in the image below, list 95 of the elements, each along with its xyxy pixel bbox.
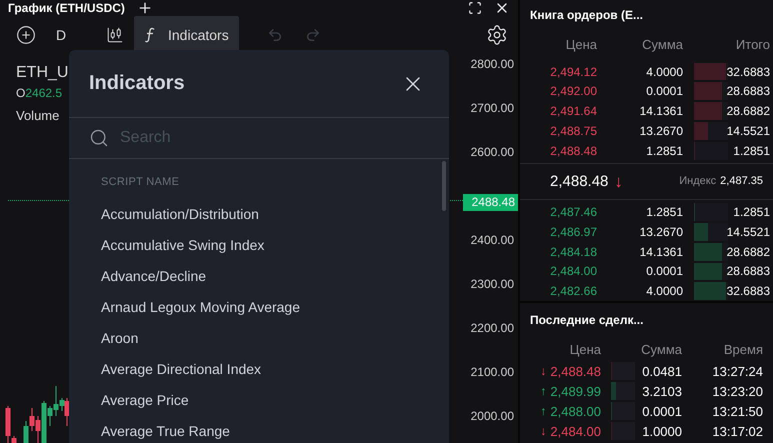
price-cell-text: 2,484.18 [549,244,597,259]
price-axis-label: 2200.00 [470,320,515,337]
price-cell-text: 2,494.12 [549,64,597,79]
price-cell-text: 2,488.75 [549,124,597,138]
add-tab-button[interactable] [136,0,153,16]
column-header: Сумма [641,37,683,52]
current-price-tag: 2488.48 [463,194,518,211]
price-axis-label: 2100.00 [470,364,515,381]
search-icon [89,128,109,148]
index-label: Индекс [679,175,716,188]
study-label: Volume [16,108,60,123]
price-cell: 2,484.00 [550,424,601,438]
plus-icon [136,0,153,16]
column-header: Время [722,342,763,356]
arrow-icon: ↓ [540,425,546,437]
total-cell: 14.5521 [726,124,770,138]
time-cell-text: 13:17:02 [711,424,763,438]
amount-cell-text: 4.0000 [645,64,683,79]
amount-cell-text: 1.2851 [645,144,683,158]
price-cell-text: 2,492.00 [549,84,597,98]
price-cell-text: 2,484.00 [549,264,597,278]
price-cell-text: 2,482.66 [549,284,597,298]
total-cell: 28.6882 [726,244,770,259]
arrow-icon: ↑ [540,385,546,397]
indicator-item[interactable]: Accumulative Swing Index [101,230,264,261]
open-label: O [16,86,26,100]
price-axis-label: 2300.00 [470,276,515,293]
amount-cell-text: 13.2670 [638,124,683,138]
arrow-icon: ↑ [540,405,546,417]
indicator-item[interactable]: Average Price [101,385,189,416]
total-cell: 32.6883 [726,64,770,79]
indicator-item[interactable]: Advance/Decline [101,261,206,292]
fullscreen-icon [468,1,482,15]
scrollbar-thumb[interactable] [442,161,446,211]
amount-cell-text: 0.0001 [645,84,683,98]
total-cell: 28.6883 [726,264,770,278]
arrow-icon: ↓ [540,365,546,377]
plus-circle-icon [16,25,36,45]
indicator-item[interactable]: Accumulation/Distribution [101,199,259,230]
last-price: 2,488.48 [550,172,608,190]
column-header: Итого [734,37,770,52]
amount-cell: 3.2103 [642,384,682,398]
column-header: SCRIPT NAME [101,175,180,190]
indicator-item[interactable]: Arnaud Legoux Moving Average [101,292,300,323]
amount-cell: 0.0481 [642,364,682,378]
function-icon [144,27,156,43]
column-header: Цена [568,342,601,356]
price-axis-label: 2000.00 [470,408,515,425]
total-cell: 28.6883 [726,84,770,98]
index-value: 2,487.35 [720,175,763,188]
amount-cell-text: 13.2670 [638,224,683,239]
amount-cell-text: 14.1361 [638,244,683,259]
price-cell-text: 2,487.46 [549,205,597,220]
time-cell-text: 13:21:50 [711,404,763,418]
price-axis-label: 2400.00 [470,232,515,249]
recent-trades-title: Последние сделк... [529,312,644,329]
order-book-title: Книга ордеров (E... [529,7,644,24]
total-cell: 28.6882 [726,104,770,118]
total-cell: 1.2851 [733,205,770,220]
indicator-item[interactable]: Average True Range [101,416,230,443]
open-value: 2462.5 [25,86,62,100]
arrow-icon: ↓ [614,172,623,190]
price-cell-text: 2,491.64 [549,104,597,118]
amount-cell: 1.0000 [642,424,682,438]
time-cell-text: 13:23:20 [711,384,763,398]
total-cell: 32.6883 [726,284,770,298]
amount-cell-text: 14.1361 [638,104,683,118]
price-cell-text: 2,486.97 [549,224,597,239]
price-axis-label: 2800.00 [470,56,515,73]
candlestick-icon [106,26,124,44]
amount-cell-text: 1.2851 [645,205,683,220]
total-cell: 1.2851 [733,144,770,158]
undo-icon [266,27,283,43]
amount-cell-text: 4.0000 [645,284,683,298]
indicator-item[interactable]: Average Directional Index [101,354,262,385]
amount-cell-text: 0.0001 [645,264,683,278]
column-header: Сумма [640,342,682,356]
settings-button[interactable] [486,24,508,46]
settings-icon [486,24,508,46]
price-axis-label: 2600.00 [470,144,515,161]
time-cell-text: 13:27:24 [711,364,763,378]
interval-button[interactable]: D [46,16,96,54]
price-axis-label: 2700.00 [470,100,515,117]
price-cell-text: 2,488.48 [549,144,597,158]
indicator-item[interactable]: Aroon [101,323,138,354]
price-cell: 2,488.48 [550,364,601,378]
amount-cell: 0.0001 [642,404,682,418]
total-cell: 14.5521 [726,224,770,239]
price-cell: 2,489.99 [550,384,601,398]
price-cell: 2,488.00 [550,404,601,418]
fullscreen-button[interactable] [468,1,482,15]
tab-title[interactable]: График (ETH/USDC) [8,1,125,15]
redo-icon [304,27,321,43]
column-header: Цена [564,37,597,52]
dialog-title: Indicators [89,72,185,95]
